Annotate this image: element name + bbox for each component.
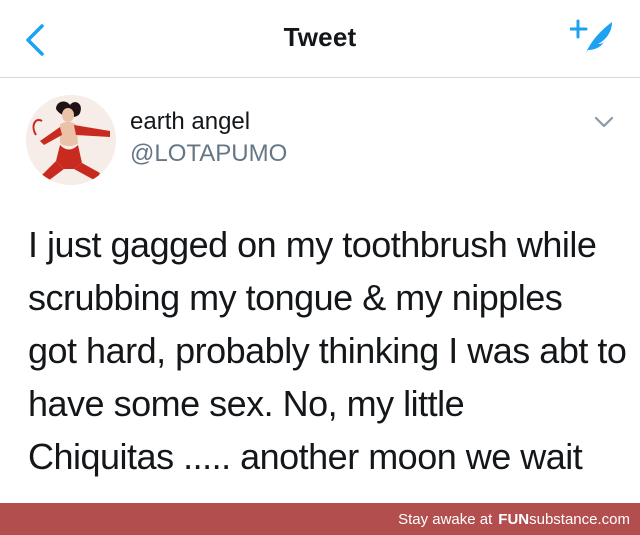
footer-brand-rest: substance.com [529,510,630,528]
tweet-menu-button[interactable] [592,110,616,134]
avatar[interactable] [26,95,116,185]
author-handle[interactable]: @LOTAPUMO [130,140,287,168]
tweet-text-line: got hard, probably thinking I was abt to [28,330,627,371]
footer-prefix: Stay awake at [398,510,493,528]
tweet-text-line: scrubbing my tongue & my nipples [28,277,563,318]
page-title: Tweet [283,22,357,52]
navigation-bar: Tweet [0,0,640,78]
tweet-text: I just gagged on my toothbrush while scr… [28,218,628,483]
tweet-text-line: Chiquitas ..... another moon we wait [28,436,583,477]
compose-tweet-button[interactable] [568,16,618,62]
chevron-down-icon [594,116,614,128]
avatar-illustration [26,95,116,185]
tweet-text-line: I just gagged on my toothbrush while [28,224,597,265]
tweet-text-line: have some sex. No, my little [28,383,465,424]
footer-brand-fun: FUN [498,510,530,528]
watermark-footer: Stay awake at FUNsubstance.com [0,503,640,535]
footer-brand: FUNsubstance.com [498,511,630,528]
author-name[interactable]: earth angel [130,108,250,136]
compose-tweet-icon [568,19,612,58]
